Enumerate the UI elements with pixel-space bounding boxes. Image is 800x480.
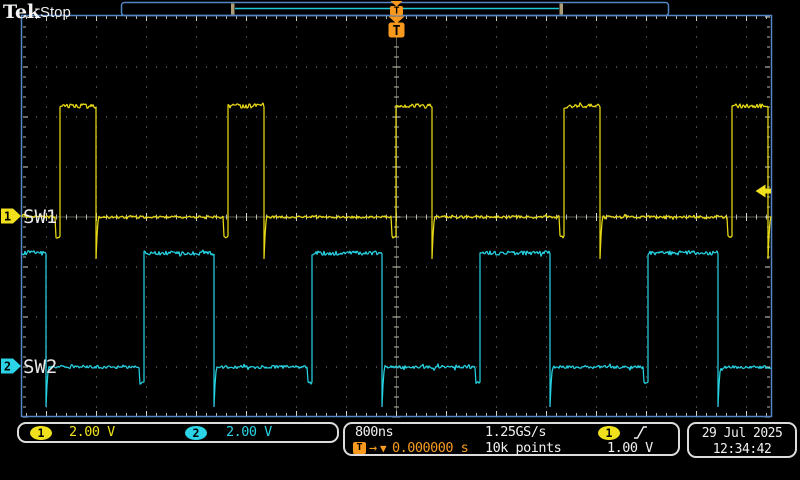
trigger-arrow-icon: → (369, 441, 377, 456)
rising-edge-icon (633, 425, 648, 440)
ch1-trace (22, 103, 771, 259)
timebase-readout: 800ns (355, 425, 393, 440)
ch1-scale-readout: 2.00 V (69, 425, 115, 440)
ch2-readout-badge: 2 (185, 426, 207, 440)
scope-display: T T 1 SW1 2 SW2 (0, 0, 800, 480)
horizontal-trigger-readout-box: 800ns 1.25GS/s 1 T → ▼ 0.000000 s 10k po… (343, 422, 680, 456)
trigger-position-marker-icon[interactable]: T (389, 17, 405, 39)
channel-scale-readout-box: 1 2.00 V 2 2.00 V (17, 422, 339, 443)
trigger-delay-t-icon: T (353, 442, 366, 454)
trigger-position-arrow-icon (389, 17, 405, 24)
sample-rate-readout: 1.25GS/s (485, 425, 546, 440)
ch1-waveform-label: SW1 (23, 206, 57, 228)
record-view: T (122, 1, 669, 17)
ch1-readout-badge: 1 (30, 426, 52, 440)
record-length-readout: 10k points (485, 441, 561, 456)
oscilloscope-screen: Tek Stop T T 1 SW1 2 (0, 0, 800, 480)
trigger-level-marker-icon: ▼ (380, 441, 386, 456)
acquisition-status: Stop (40, 4, 71, 21)
trigger-level-arrow-icon[interactable] (756, 185, 772, 198)
record-view-left-bracket (231, 4, 235, 15)
tek-logo: Tek (3, 1, 40, 23)
ch1-marker-number: 1 (4, 210, 11, 224)
date-readout: 29 Jul 2025 (689, 426, 795, 442)
datetime-readout-box: 29 Jul 2025 12:34:42 (687, 422, 797, 458)
ch2-scale-readout: 2.00 V (226, 425, 272, 440)
trigger-marker-letter: T (394, 6, 400, 17)
trigger-delay-readout: 0.000000 s (392, 441, 468, 456)
ch2-marker-number: 2 (4, 360, 11, 374)
trigger-level-readout: 1.00 V (607, 441, 653, 456)
ch2-waveform-label: SW2 (23, 356, 57, 378)
trigger-source-badge: 1 (598, 426, 620, 440)
ch2-ground-marker[interactable]: 2 (1, 359, 21, 374)
trigger-position-letter: T (393, 24, 401, 39)
time-readout: 12:34:42 (689, 442, 795, 458)
ch1-ground-marker[interactable]: 1 (1, 209, 21, 224)
record-view-trigger-marker-icon[interactable]: T (390, 1, 403, 17)
record-view-right-bracket (560, 4, 564, 15)
